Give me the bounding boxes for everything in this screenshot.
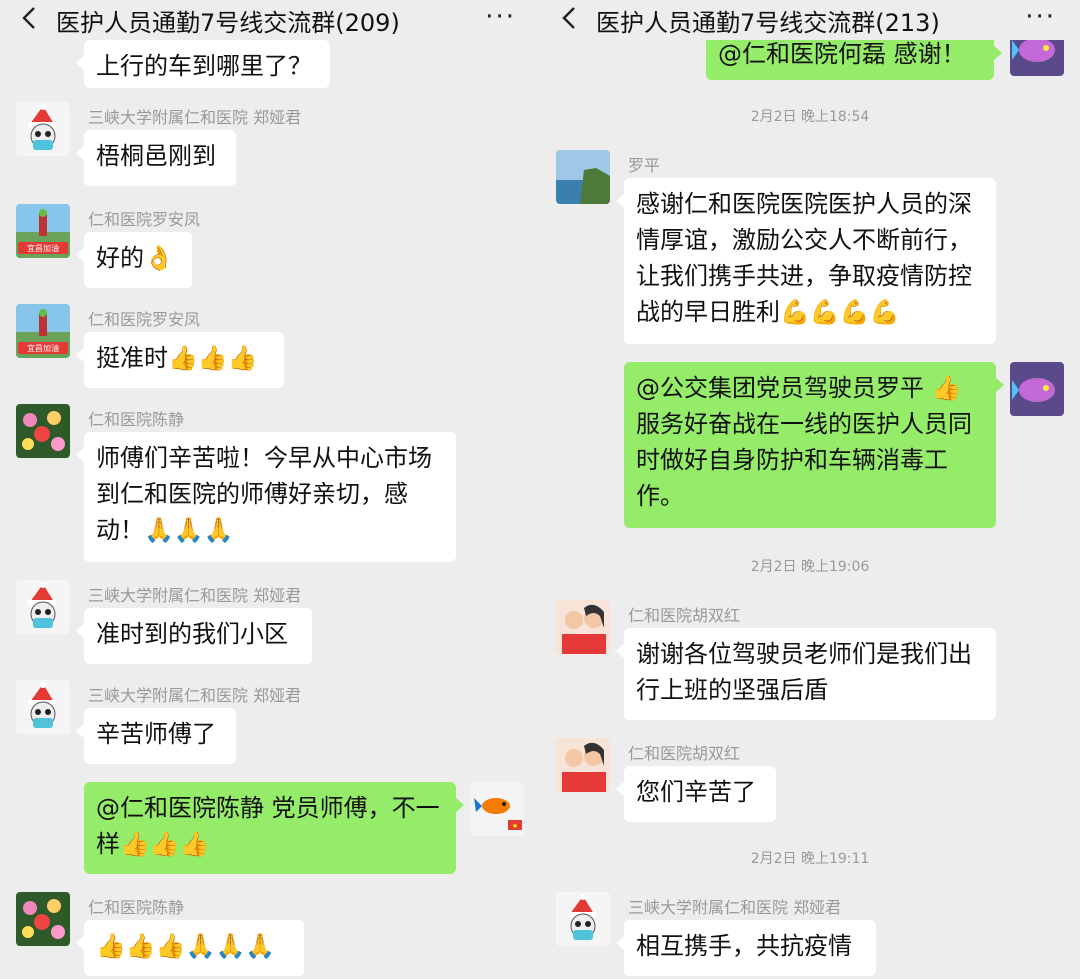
message-bubble[interactable]: 您们辛苦了	[616, 766, 776, 822]
svg-text:★: ★	[512, 822, 518, 830]
santa-cartoon-avatar[interactable]	[556, 892, 610, 946]
top-bar: 医护人员通勤7号线交流群(209) ···	[0, 0, 540, 40]
timestamp: 2月2日 晚上18:54	[750, 109, 870, 125]
message-bubble[interactable]: 师傅们辛苦啦！今早从中心市场到仁和医院的师傅好亲切，感动！🙏🙏🙏	[76, 432, 456, 562]
chat-window-left: 上行的车到哪里了？ 三峡大学附属仁和医院 郑娅君 梧桐邑刚到 宜昌加油 仁和医院…	[0, 0, 540, 979]
back-chevron-icon[interactable]	[558, 4, 580, 32]
message-bubble[interactable]: 上行的车到哪里了？	[76, 40, 330, 88]
sender-name: 罗平	[628, 156, 661, 175]
chat-title: 医护人员通勤7号线交流群(209)	[56, 9, 400, 37]
more-dots-icon[interactable]: ···	[1025, 2, 1056, 32]
message-bubble[interactable]: @公交集团党员驾驶员罗平 👍服务好奋战在一线的医护人员同时做好自身防护和车辆消毒…	[624, 362, 1004, 528]
sender-name: 仁和医院罗安凤	[88, 310, 201, 329]
sender-name: 三峡大学附属仁和医院 郑娅君	[88, 686, 302, 705]
santa-cartoon-avatar[interactable]	[16, 580, 70, 634]
flowers-avatar[interactable]	[16, 892, 70, 946]
chat-title: 医护人员通勤7号线交流群(213)	[596, 9, 940, 37]
message-bubble[interactable]: 好的👌	[76, 232, 192, 288]
sender-name: 三峡大学附属仁和医院 郑娅君	[628, 898, 842, 917]
message-bubble[interactable]: 梧桐邑刚到	[76, 130, 236, 186]
message-bubble[interactable]: 感谢仁和医院医院医护人员的深情厚谊，激励公交人不断前行，让我们携手共进，争取疫情…	[616, 178, 996, 344]
message-bubble[interactable]: 准时到的我们小区	[76, 608, 312, 664]
svg-text:宜昌加油: 宜昌加油	[27, 343, 59, 353]
message-bubble[interactable]: @仁和医院陈静 党员师傅，不一样👍👍👍	[84, 782, 464, 874]
svg-text:宜昌加油: 宜昌加油	[27, 243, 59, 253]
message-bubble[interactable]: 挺准时👍👍👍	[76, 332, 284, 388]
back-chevron-icon[interactable]	[18, 4, 40, 32]
chat-window-right: @仁和医院何磊 感谢！ 2月2日 晚上18:54 罗平 感谢仁和医院医院医护人员…	[540, 0, 1080, 979]
sender-name: 仁和医院胡双红	[628, 744, 741, 763]
mother-child-avatar[interactable]	[556, 600, 610, 654]
yichang-runner-avatar[interactable]: 宜昌加油	[16, 204, 70, 258]
sender-name: 三峡大学附属仁和医院 郑娅君	[88, 108, 302, 127]
sender-name: 仁和医院胡双红	[628, 606, 741, 625]
santa-cartoon-avatar[interactable]	[16, 680, 70, 734]
yichang-runner-avatar[interactable]: 宜昌加油	[16, 304, 70, 358]
flowers-avatar[interactable]	[16, 404, 70, 458]
mother-child-avatar[interactable]	[556, 738, 610, 792]
message-bubble[interactable]: 相互携手，共抗疫情	[616, 920, 876, 976]
more-dots-icon[interactable]: ···	[485, 2, 516, 32]
top-bar: 医护人员通勤7号线交流群(213) ···	[540, 0, 1080, 40]
sender-name: 仁和医院罗安凤	[88, 210, 201, 229]
message-bubble[interactable]: 辛苦师傅了	[76, 708, 236, 764]
sender-name: 仁和医院陈静	[88, 410, 185, 429]
message-bubble[interactable]: 👍👍👍🙏🙏🙏	[76, 920, 304, 976]
message-bubble[interactable]: 谢谢各位驾驶员老师们是我们出行上班的坚强后盾	[616, 628, 996, 720]
timestamp: 2月2日 晚上19:06	[750, 559, 870, 575]
coast-cliff-avatar[interactable]	[556, 150, 610, 204]
sender-name: 仁和医院陈静	[88, 898, 185, 917]
sender-name: 三峡大学附属仁和医院 郑娅君	[88, 586, 302, 605]
fish-avatar[interactable]	[1010, 362, 1064, 416]
goldfish-flag-avatar[interactable]: ★	[470, 782, 524, 836]
timestamp: 2月2日 晚上19:11	[750, 851, 870, 867]
chat-screenshot-pair: 上行的车到哪里了？ 三峡大学附属仁和医院 郑娅君 梧桐邑刚到 宜昌加油 仁和医院…	[0, 0, 1080, 979]
santa-cartoon-avatar[interactable]	[16, 102, 70, 156]
